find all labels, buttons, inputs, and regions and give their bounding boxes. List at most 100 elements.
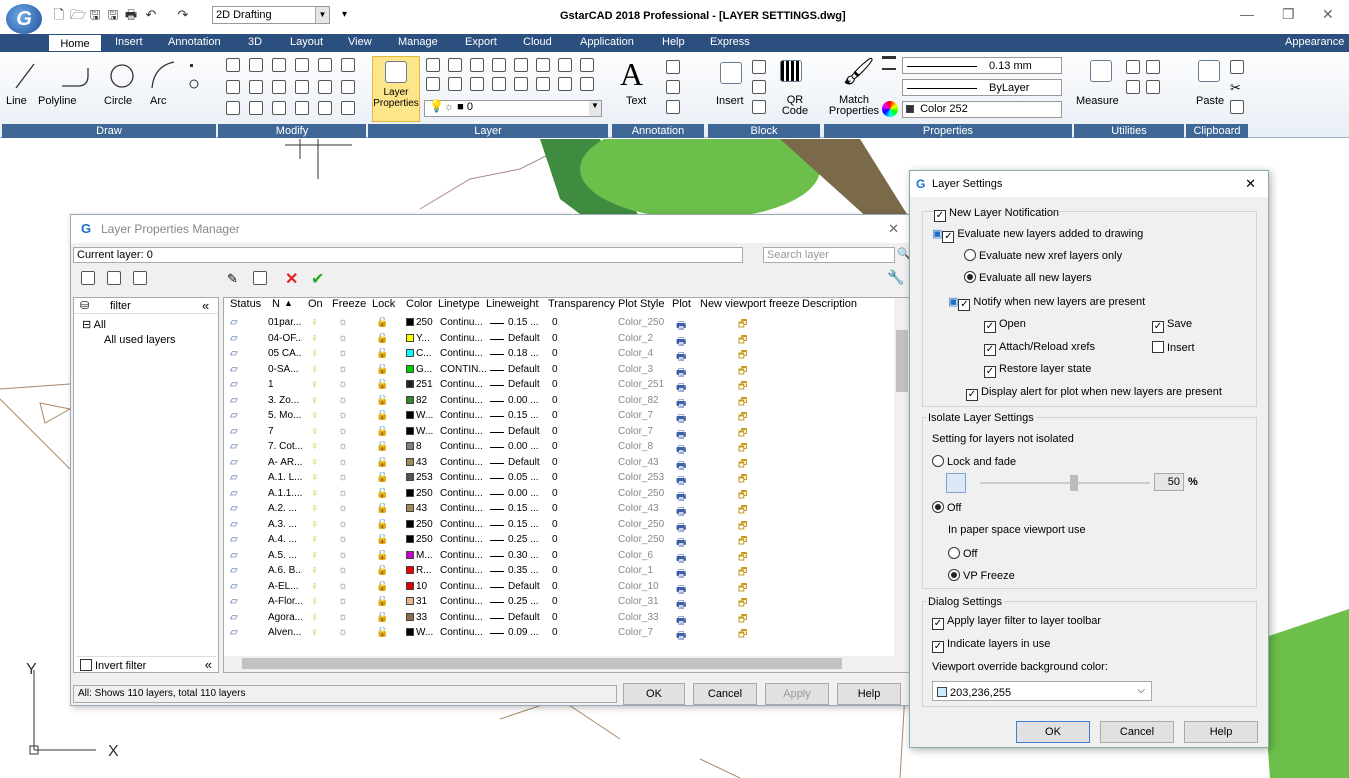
explode-icon[interactable]	[295, 101, 309, 116]
bulb-icon[interactable]: ♀	[310, 395, 319, 405]
notify-row[interactable]: ▣ ✓ Notify when new layers are present	[948, 295, 1145, 311]
layer-transparency[interactable]: 0	[552, 317, 558, 328]
bulb-icon[interactable]: ♀	[310, 565, 319, 575]
layer-transparency[interactable]: 0	[552, 410, 558, 421]
layer-lineweight[interactable]: 0.15 ...	[508, 317, 550, 328]
layer-color[interactable]: Y...	[406, 333, 440, 344]
layer-lineweight[interactable]: 0.09 ...	[508, 627, 550, 638]
text-icon[interactable]: A	[620, 56, 643, 93]
layer-tool-icon[interactable]	[514, 58, 528, 72]
layer-name[interactable]: A.4. ...	[268, 534, 302, 545]
tab-manage[interactable]: Manage	[398, 36, 438, 48]
layer-linetype[interactable]: Continu...	[440, 519, 486, 530]
tab-express[interactable]: Express	[710, 36, 750, 48]
table-row[interactable]: ▱ A.6. B... ♀ ☼ 🔓 R... Continu... 0.35 ... 0 Colo…	[224, 564, 884, 580]
unlock-icon[interactable]: 🔓	[376, 426, 388, 437]
unlock-icon[interactable]: 🔓	[376, 472, 388, 483]
copy-icon[interactable]	[249, 58, 263, 72]
col-description[interactable]: Description	[802, 298, 857, 314]
break-icon[interactable]	[318, 79, 332, 94]
status-icon[interactable]: ▱	[230, 612, 238, 623]
fade-value-input[interactable]: 50	[1154, 473, 1184, 491]
layer-linetype[interactable]: Continu...	[440, 426, 486, 437]
vp-freeze-radio[interactable]: VP Freeze	[948, 569, 1015, 582]
layer-transparency[interactable]: 0	[552, 519, 558, 530]
layer-lineweight[interactable]: 0.15 ...	[508, 519, 550, 530]
layer-color[interactable]: W...	[406, 426, 440, 437]
fade-slider-thumb[interactable]	[1070, 475, 1078, 491]
layer-name[interactable]: A-Flor...	[268, 596, 302, 607]
sun-icon[interactable]: ☼	[338, 612, 348, 622]
arc-button[interactable]: Arc	[150, 95, 167, 107]
layer-name[interactable]: 7	[268, 426, 302, 437]
tab-help[interactable]: Help	[662, 36, 685, 48]
layer-tool-icon[interactable]	[470, 58, 484, 72]
undo-icon[interactable]: ↶	[144, 8, 158, 22]
match-properties-button[interactable]: Match Properties	[826, 95, 882, 117]
table-row[interactable]: ▱ 7. Cot... ♀ ☼ 🔓 8 Continu... 0.00 ... 0 Color_8…	[224, 440, 884, 456]
layer-name[interactable]: Alven...	[268, 627, 302, 638]
search-input[interactable]: Search layer	[763, 247, 895, 263]
bulb-icon[interactable]: ♀	[310, 581, 319, 591]
layer-tool-icon[interactable]	[580, 58, 594, 72]
copy-clip-icon[interactable]	[1230, 60, 1244, 74]
table-row[interactable]: ▱ A-Flor... ♀ ☼ 🔓 31 Continu... 0.25 ... 0 Color_…	[224, 595, 884, 611]
status-icon[interactable]: ▱	[230, 426, 238, 437]
unlock-icon[interactable]: 🔓	[376, 379, 388, 390]
bulb-icon[interactable]: ♀	[310, 503, 319, 513]
sun-icon[interactable]: ☼	[338, 410, 348, 420]
restore-checkbox[interactable]: ✓	[984, 366, 996, 378]
layer-color[interactable]: 31	[406, 596, 440, 607]
edit-block-icon[interactable]	[752, 80, 766, 94]
col-name[interactable]: N	[272, 298, 280, 314]
close-icon[interactable]: ✕	[1245, 176, 1256, 192]
status-icon[interactable]: ▱	[230, 379, 238, 390]
status-icon[interactable]: ▱	[230, 627, 238, 638]
sun-icon[interactable]: ☼	[338, 364, 348, 374]
sun-icon[interactable]: ☼	[338, 519, 348, 529]
layer-lineweight[interactable]: 0.25 ...	[508, 596, 550, 607]
col-transparency[interactable]: Transparency	[548, 298, 615, 314]
unlock-icon[interactable]: 🔓	[376, 534, 388, 545]
new-group-filter-icon[interactable]	[107, 271, 121, 285]
layer-name[interactable]: A-EL...	[268, 581, 302, 592]
layer-tool-icon[interactable]	[492, 58, 506, 72]
qr-code-icon[interactable]	[780, 60, 802, 82]
layer-tool-icon[interactable]	[536, 58, 550, 72]
unlock-icon[interactable]: 🔓	[376, 410, 388, 421]
new-vp-freeze-layer-icon[interactable]	[253, 271, 267, 285]
layer-lineweight[interactable]: Default	[508, 364, 550, 375]
layer-tool-icon[interactable]	[536, 77, 550, 91]
move-icon[interactable]	[226, 101, 240, 116]
attach-checkbox[interactable]: ✓	[984, 344, 996, 356]
layer-lineweight[interactable]: Default	[508, 333, 550, 344]
layer-linetype[interactable]: Continu...	[440, 333, 486, 344]
table-icon[interactable]	[666, 60, 680, 74]
table-row[interactable]: ▱ 3. Zo... ♀ ☼ 🔓 82 Continu... 0.00 ... 0 Color_8…	[224, 394, 884, 410]
qr-code-button[interactable]: QR Code	[778, 95, 812, 117]
status-icon[interactable]: ▱	[230, 503, 238, 514]
layer-transparency[interactable]: 0	[552, 612, 558, 623]
sun-icon[interactable]: ☼	[338, 550, 348, 560]
ok-button[interactable]: OK	[623, 683, 685, 705]
sun-icon[interactable]: ☼	[338, 488, 348, 498]
copy-icon[interactable]	[1230, 100, 1244, 114]
bulb-icon[interactable]: ♀	[310, 550, 319, 560]
trim-icon[interactable]	[341, 58, 355, 72]
unlock-icon[interactable]: 🔓	[376, 519, 388, 530]
horizontal-scrollbar[interactable]	[224, 656, 910, 672]
layer-color[interactable]: 250	[406, 317, 440, 328]
evaluate-all-radio[interactable]: Evaluate all new layers	[964, 271, 1092, 284]
cancel-button[interactable]: Cancel	[1100, 721, 1174, 743]
bulb-icon[interactable]: ♀	[310, 488, 319, 498]
layer-name[interactable]: A.2. ...	[268, 503, 302, 514]
layer-lineweight[interactable]: 0.35 ...	[508, 565, 550, 576]
create-block-icon[interactable]	[752, 60, 766, 74]
apply-filter-checkbox[interactable]: ✓	[932, 618, 944, 630]
list-icon[interactable]	[1146, 80, 1160, 94]
fade-slider[interactable]	[980, 482, 1150, 484]
id-point-icon[interactable]	[1146, 60, 1160, 74]
paste-button[interactable]: Paste	[1196, 95, 1224, 107]
status-icon[interactable]: ▱	[230, 519, 238, 530]
table-row[interactable]: ▱ A- AR... ♀ ☼ 🔓 43 Continu... Default 0 Color_43…	[224, 456, 884, 472]
